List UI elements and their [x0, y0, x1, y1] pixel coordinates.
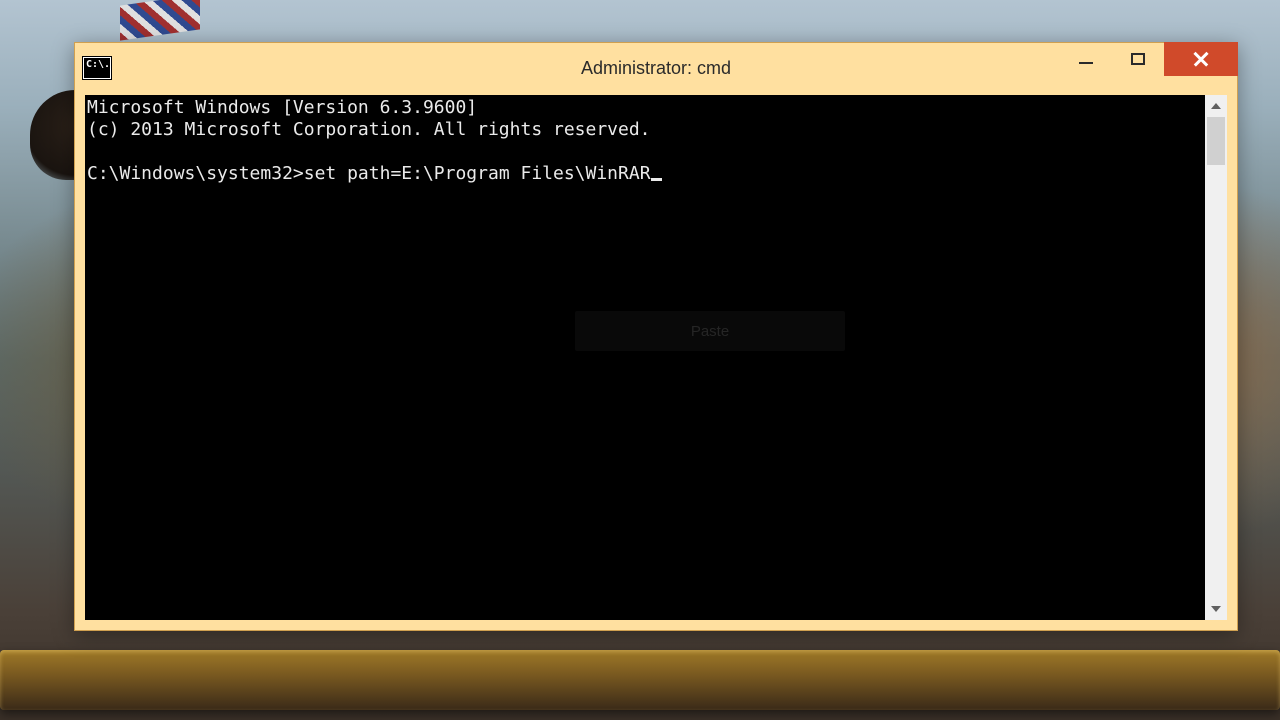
cmd-app-icon: C:\.	[83, 57, 111, 79]
close-button[interactable]	[1164, 42, 1238, 76]
chevron-down-icon	[1211, 606, 1221, 612]
console-output[interactable]: Microsoft Windows [Version 6.3.9600] (c)…	[85, 95, 1205, 620]
cmd-window: C:\. Administrator: cmd Microsoft Window…	[74, 42, 1238, 631]
context-tooltip: Paste	[575, 311, 845, 351]
wallpaper-flag-decoration	[120, 0, 200, 41]
banner-line-2: (c) 2013 Microsoft Corporation. All righ…	[87, 119, 651, 140]
typed-command: set path=E:\Program Files\WinRAR	[304, 163, 651, 184]
scroll-up-button[interactable]	[1205, 95, 1227, 117]
text-cursor	[651, 178, 662, 181]
vertical-scrollbar[interactable]	[1205, 95, 1227, 620]
prompt: C:\Windows\system32>	[87, 163, 304, 184]
scroll-thumb[interactable]	[1207, 117, 1225, 165]
maximize-button[interactable]	[1112, 42, 1164, 76]
banner-line-1: Microsoft Windows [Version 6.3.9600]	[87, 97, 477, 118]
scroll-down-button[interactable]	[1205, 598, 1227, 620]
console-client-area: Microsoft Windows [Version 6.3.9600] (c)…	[85, 95, 1227, 620]
maximize-icon	[1131, 53, 1145, 65]
chevron-up-icon	[1211, 103, 1221, 109]
minimize-button[interactable]	[1060, 42, 1112, 76]
close-icon	[1194, 52, 1208, 66]
minimize-icon	[1079, 62, 1093, 64]
window-controls	[1060, 42, 1238, 76]
titlebar[interactable]: C:\. Administrator: cmd	[75, 43, 1237, 93]
scroll-track[interactable]	[1205, 117, 1227, 598]
